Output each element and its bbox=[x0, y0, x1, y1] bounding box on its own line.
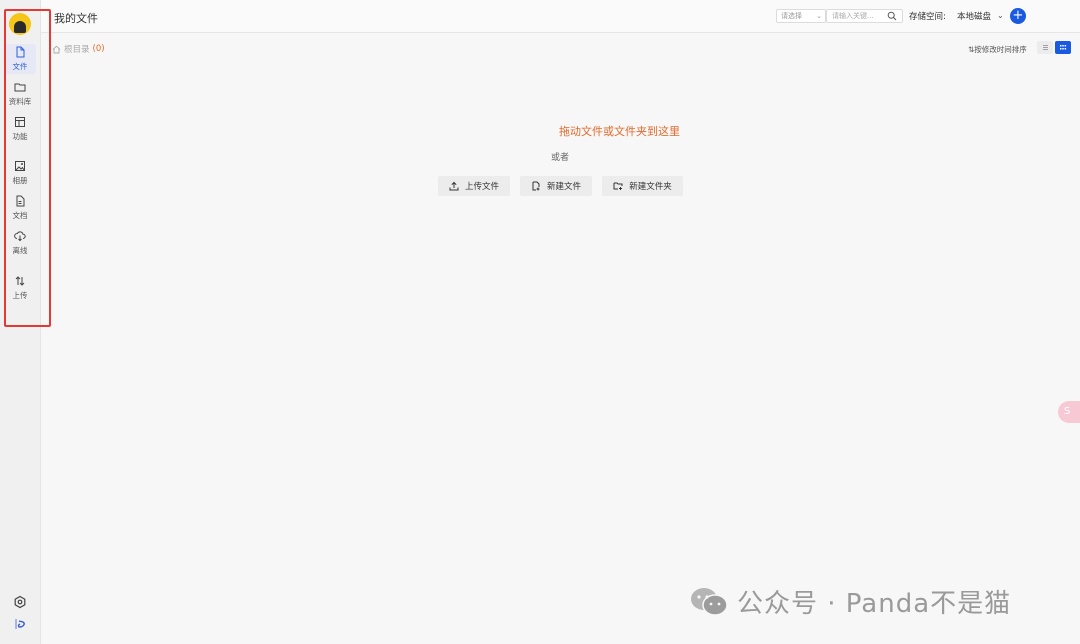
image-icon bbox=[15, 161, 25, 171]
upload-icon bbox=[449, 181, 459, 191]
list-view-button[interactable] bbox=[1037, 41, 1053, 54]
page-title: 我的文件 bbox=[54, 12, 98, 25]
sidebar-item-label: 文件 bbox=[12, 62, 28, 71]
watermark: 公众号 · Panda不是猫 bbox=[689, 583, 1011, 620]
home-icon[interactable] bbox=[52, 45, 61, 54]
chevron-down-icon[interactable]: ⌄ bbox=[997, 11, 1004, 20]
storage-select[interactable]: 本地磁盘 bbox=[957, 10, 991, 22]
sidebar: 文件 资料库 功能 相册 文档 离线 上传 bbox=[0, 0, 41, 644]
sidebar-item-label: 上传 bbox=[12, 291, 28, 300]
new-folder-button[interactable]: 新建文件夹 bbox=[602, 176, 683, 196]
type-select[interactable]: 请选择 ⌄ bbox=[776, 9, 826, 23]
transfer-icon bbox=[15, 276, 25, 286]
add-button[interactable]: + bbox=[1010, 8, 1026, 24]
settings-icon[interactable] bbox=[13, 595, 27, 609]
sidebar-item-label: 离线 bbox=[12, 246, 28, 255]
document-icon bbox=[16, 195, 25, 207]
plus-icon: + bbox=[1012, 8, 1024, 23]
sidebar-item-album[interactable]: 相册 bbox=[4, 158, 36, 188]
sidebar-item-upload[interactable]: 上传 bbox=[4, 273, 36, 303]
new-file-button[interactable]: 新建文件 bbox=[520, 176, 592, 196]
breadcrumb: 根目录 (0) bbox=[52, 43, 105, 55]
sidebar-item-label: 资料库 bbox=[8, 97, 32, 106]
drop-zone-hint: 拖动文件或文件夹到这里 bbox=[559, 125, 680, 138]
cloud-download-icon bbox=[14, 231, 26, 242]
floating-side-tab[interactable]: S bbox=[1058, 401, 1080, 423]
wechat-icon bbox=[691, 587, 728, 616]
new-folder-icon bbox=[613, 182, 623, 190]
sidebar-item-files[interactable]: 文件 bbox=[4, 44, 36, 74]
grid-view-button[interactable] bbox=[1055, 41, 1071, 54]
chevron-down-icon: ⌄ bbox=[816, 12, 822, 20]
sidebar-item-offline[interactable]: 离线 bbox=[4, 228, 36, 258]
select-placeholder: 请选择 bbox=[781, 12, 802, 20]
breadcrumb-root[interactable]: 根目录 bbox=[64, 43, 90, 55]
sidebar-item-label: 文档 bbox=[12, 211, 28, 220]
folder-icon bbox=[14, 83, 26, 92]
sort-button[interactable]: ⇅按修改时间排序 bbox=[968, 44, 1027, 55]
file-icon bbox=[16, 46, 25, 58]
grid-icon bbox=[1060, 45, 1067, 50]
search-icon[interactable] bbox=[887, 11, 897, 21]
avatar[interactable] bbox=[9, 13, 31, 35]
upload-file-button[interactable]: 上传文件 bbox=[438, 176, 510, 196]
brand-logo-icon bbox=[15, 619, 25, 629]
sidebar-item-library[interactable]: 资料库 bbox=[4, 79, 36, 109]
or-text: 或者 bbox=[551, 153, 570, 163]
new-file-icon bbox=[532, 181, 540, 191]
list-icon bbox=[1043, 45, 1048, 50]
sidebar-item-label: 相册 bbox=[12, 176, 28, 185]
storage-label: 存储空间: bbox=[909, 12, 946, 22]
file-count: (0) bbox=[92, 44, 105, 54]
watermark-text: 公众号 · Panda不是猫 bbox=[737, 589, 1012, 619]
sidebar-item-docs[interactable]: 文档 bbox=[4, 193, 36, 223]
